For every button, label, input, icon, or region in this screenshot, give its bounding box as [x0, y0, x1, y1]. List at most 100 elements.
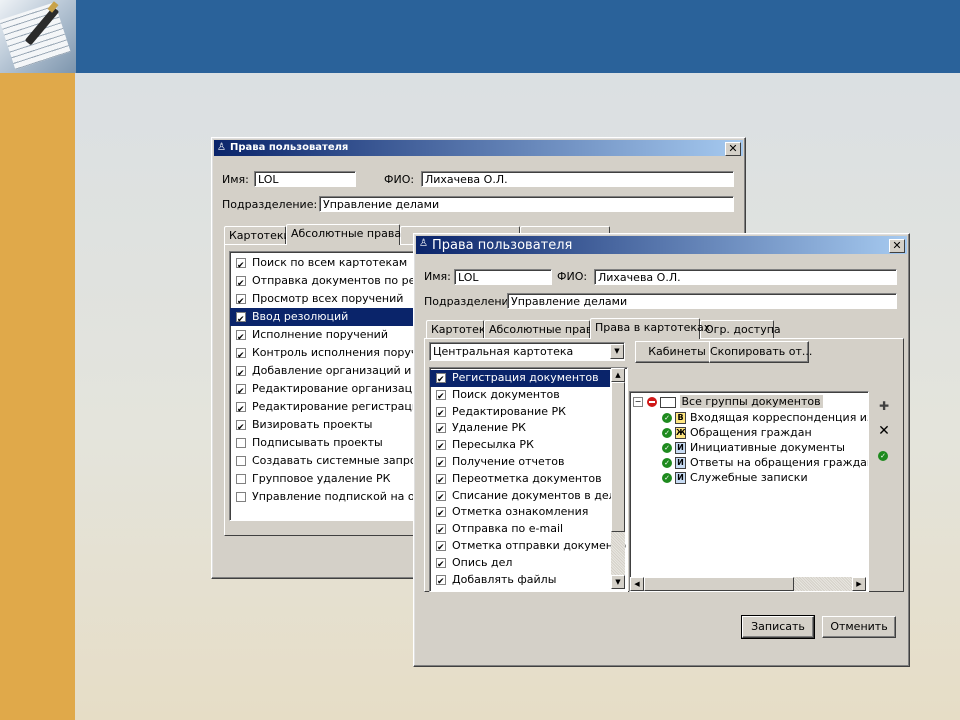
tree-root[interactable]: − Все группы документов [633, 394, 823, 409]
tree-item[interactable]: ✓ И Инициативные документы [662, 440, 845, 455]
delete-icon[interactable]: ✕ [876, 423, 892, 439]
rights-checkbox[interactable] [236, 347, 246, 365]
tree-horizontal-scrollbar[interactable]: ◀ ▶ [630, 577, 866, 591]
rights-list-item[interactable]: Переотметка документов [430, 471, 610, 490]
tree-item[interactable]: ✓ И Ответы на обращения граждан [662, 455, 868, 470]
kartoteka-select[interactable]: Центральная картотека [429, 342, 625, 361]
rights-checkbox[interactable] [236, 474, 246, 484]
scroll-down-icon[interactable]: ▼ [611, 575, 625, 589]
rights-list-item[interactable]: Поиск документов [430, 387, 610, 406]
back-dialog-titlebar[interactable]: ♙ Права пользователя ✕ [214, 140, 743, 156]
apply-icon[interactable]: ✓ [878, 449, 888, 462]
back-dialog-title: Права пользователя [230, 142, 349, 153]
rights-list-item[interactable]: Удаление РК [430, 420, 610, 439]
rights-item-label: Отметка ознакомления [452, 505, 589, 519]
tree-item[interactable]: ✓ И Служебные записки [662, 470, 808, 485]
front-dialog-titlebar[interactable]: ♙ Права пользователя ✕ [416, 236, 907, 254]
rights-checkbox[interactable] [436, 523, 446, 540]
tab-kartoteki[interactable]: Картотеки [224, 226, 291, 244]
rights-item-label: Создавать системные запрос [252, 454, 423, 467]
new-document-icon[interactable]: ✚ [876, 399, 892, 415]
rights-item-label: Поиск документов [452, 387, 560, 401]
rights-vertical-scrollbar[interactable]: ▲ ▼ [611, 368, 625, 589]
front-tabs: Картотеки Абсолютные права Права в карто… [426, 318, 901, 339]
rights-list-item[interactable]: Получение отчетов [430, 454, 610, 473]
rights-list-item[interactable]: Пересылка РК [430, 437, 610, 456]
rights-checkbox[interactable] [236, 419, 246, 437]
rights-checkbox[interactable] [436, 473, 446, 490]
cabinets-button[interactable]: Кабинеты [635, 341, 719, 363]
rights-list-item[interactable]: Списание документов в дело [430, 488, 622, 506]
rights-list-item[interactable]: Редактирование РК [430, 404, 610, 422]
rights-checkbox[interactable] [436, 506, 446, 523]
rights-item-label: Управление подпиской на опо [252, 490, 429, 503]
folder-icon [660, 396, 676, 408]
tab-kartoteki[interactable]: Картотеки [426, 320, 493, 338]
rights-checkbox[interactable] [436, 389, 446, 406]
rights-checkbox[interactable] [436, 456, 446, 473]
rights-item-label: Отправка документов по реес [252, 274, 429, 287]
rights-checkbox[interactable] [236, 383, 246, 401]
tab-absolute-rights[interactable]: Абсолютные права [484, 320, 599, 338]
tree-item[interactable]: ✓В Входящая корреспонденция из ра [662, 410, 868, 425]
rights-checkbox[interactable] [236, 456, 246, 466]
rights-checkbox[interactable] [236, 492, 246, 502]
tree-item-label: Обращения граждан [690, 426, 812, 439]
rights-checkbox[interactable] [436, 574, 446, 590]
fio-field[interactable]: Лихачева О.Л. [421, 171, 734, 187]
rights-item-label: Визировать проекты [252, 418, 373, 431]
front-rights-list[interactable]: Регистрация документов Поиск документов Ре… [429, 367, 628, 592]
rights-checkbox[interactable] [436, 422, 446, 439]
rights-checkbox[interactable] [236, 329, 246, 347]
rights-checkbox[interactable] [236, 401, 246, 419]
rights-checkbox[interactable] [236, 257, 246, 275]
name-field[interactable]: LOL [254, 171, 356, 187]
rights-checkbox[interactable] [436, 406, 446, 422]
close-icon[interactable]: ✕ [725, 142, 741, 156]
rights-checkbox[interactable] [236, 311, 246, 329]
cancel-button[interactable]: Отменить [822, 616, 896, 638]
name-field[interactable]: LOL [454, 269, 552, 285]
scroll-up-icon[interactable]: ▲ [611, 368, 625, 382]
scroll-thumb[interactable] [611, 382, 625, 532]
front-user-rights-dialog: ♙ Права пользователя ✕ Имя: LOL ФИО: Лих… [413, 233, 910, 667]
rights-item-label: Поиск по всем картотекам [252, 256, 408, 269]
rights-checkbox[interactable] [436, 540, 446, 557]
dept-field[interactable]: Управление делами [319, 196, 734, 212]
copy-from-button[interactable]: Скопировать от... [709, 341, 812, 363]
tab-absolute-rights[interactable]: Абсолютные права [286, 224, 401, 245]
rights-list-item[interactable]: Регистрация документов [430, 370, 610, 389]
document-groups-tree[interactable]: − Все группы документов ✓ В Входящая корре… [629, 391, 869, 592]
rights-item-label: Редактирование регистрацио [252, 400, 426, 413]
rights-checkbox[interactable] [236, 365, 246, 383]
rights-list-item[interactable]: Отметка отправки документов [430, 538, 627, 557]
dept-field[interactable]: Управление делами [507, 293, 897, 309]
save-button[interactable]: Записать [741, 615, 815, 639]
rights-checkbox[interactable] [436, 557, 446, 574]
close-icon[interactable]: ✕ [889, 239, 905, 253]
fio-field[interactable]: Лихачева О.Л. [594, 269, 897, 285]
scroll-right-icon[interactable]: ▶ [852, 577, 866, 591]
rights-checkbox[interactable] [436, 490, 446, 506]
rights-checkbox[interactable] [236, 275, 246, 293]
rights-list-item[interactable]: Добавлять файлы [430, 572, 610, 590]
rights-checkbox[interactable] [236, 293, 246, 311]
rights-list-item[interactable]: Отправка по e-mail [430, 521, 610, 540]
slide-left-bar [0, 73, 75, 720]
collapse-icon[interactable]: − [633, 397, 643, 407]
rights-item-label: Отправка по e-mail [452, 522, 564, 536]
rights-checkbox[interactable] [236, 438, 246, 448]
rights-list-item[interactable]: Опись дел [430, 555, 610, 574]
tree-item-label: Служебные записки [690, 471, 808, 484]
tree-scroll-thumb[interactable] [644, 577, 794, 591]
chevron-down-icon[interactable]: ▼ [610, 344, 624, 359]
rights-item-label: Исполнение поручений [252, 328, 388, 341]
scroll-left-icon[interactable]: ◀ [630, 577, 644, 591]
rights-checkbox[interactable] [436, 372, 446, 389]
tree-item[interactable]: ✓ Ж Обращения граждан [662, 425, 812, 440]
rights-item-label: Опись дел [452, 555, 513, 569]
rights-list-item[interactable]: Отметка ознакомления [430, 504, 610, 523]
rights-checkbox[interactable] [436, 439, 446, 456]
tab-kartoteka-rights[interactable]: Права в картотеках [590, 318, 710, 339]
tab-access-restrictions[interactable]: Огр. доступа [700, 320, 781, 338]
